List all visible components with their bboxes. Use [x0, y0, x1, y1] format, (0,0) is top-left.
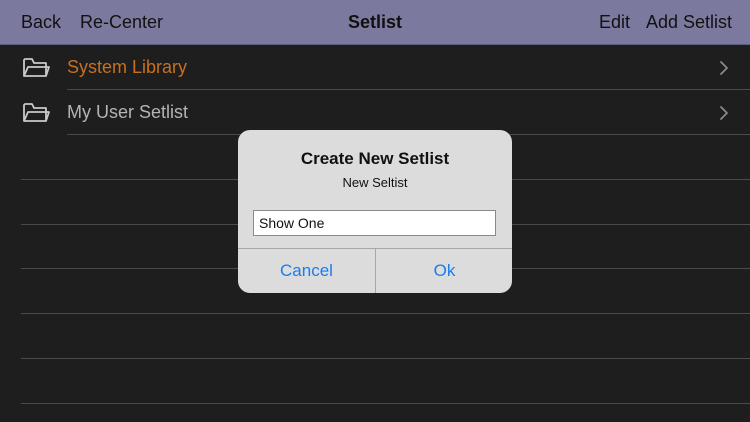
list-item-label: System Library	[67, 57, 188, 77]
list-item-label: My User Setlist	[67, 102, 189, 122]
folder-icon	[23, 58, 50, 77]
recenter-button[interactable]: Re-Center	[80, 0, 163, 45]
list-item-system-library[interactable]: System Library	[0, 45, 750, 90]
row-divider	[67, 89, 750, 90]
row-divider	[21, 313, 750, 314]
setlist-name-input[interactable]	[253, 210, 496, 236]
app-screen: Setlist Back Re-Center Edit Add Setlist …	[0, 0, 750, 422]
ok-button[interactable]: Ok	[376, 249, 512, 293]
cancel-button[interactable]: Cancel	[238, 249, 375, 293]
add-setlist-button[interactable]: Add Setlist	[646, 0, 732, 45]
folder-icon	[23, 103, 50, 122]
dialog-message: New Seltist	[342, 175, 408, 190]
chevron-right-icon	[720, 61, 728, 75]
dialog-title: Create New Setlist	[300, 149, 450, 168]
row-divider	[21, 403, 750, 404]
chevron-right-icon	[720, 106, 728, 120]
edit-button[interactable]: Edit	[599, 0, 630, 45]
list-item-my-user-setlist[interactable]: My User Setlist	[0, 90, 750, 135]
back-button[interactable]: Back	[21, 0, 61, 45]
create-setlist-dialog: Create New Setlist New Seltist Cancel Ok	[238, 130, 512, 293]
row-divider	[21, 358, 750, 359]
navigation-bar: Setlist Back Re-Center Edit Add Setlist	[0, 0, 750, 45]
